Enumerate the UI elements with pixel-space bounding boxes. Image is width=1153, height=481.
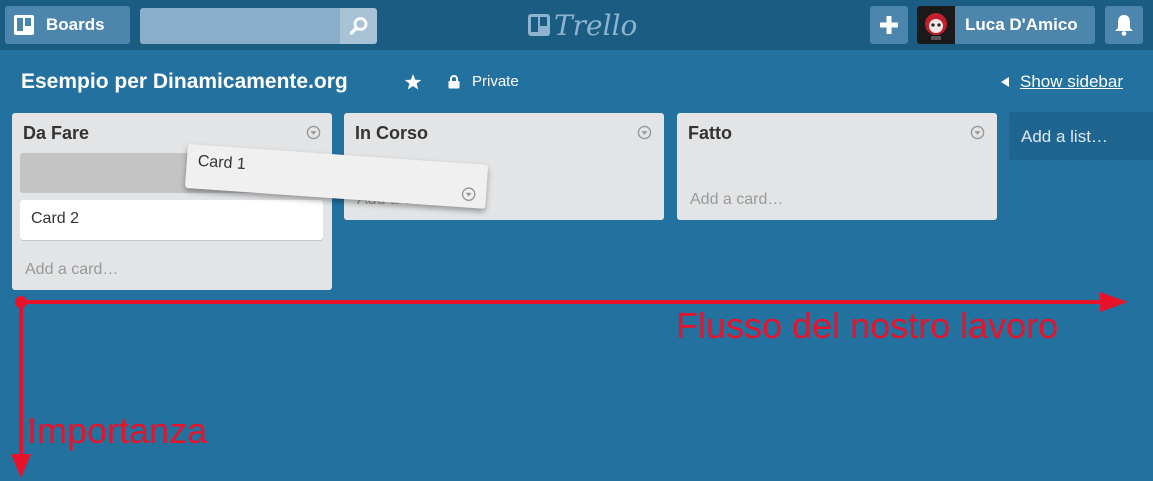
arrow-origin-dot — [15, 296, 27, 308]
flow-arrowhead — [1100, 292, 1128, 312]
importance-annotation: Importanza — [27, 410, 208, 451]
importance-arrowhead — [11, 454, 31, 478]
annotation-arrows — [11, 292, 1128, 478]
flow-annotation: Flusso del nostro lavoro — [676, 305, 1059, 346]
